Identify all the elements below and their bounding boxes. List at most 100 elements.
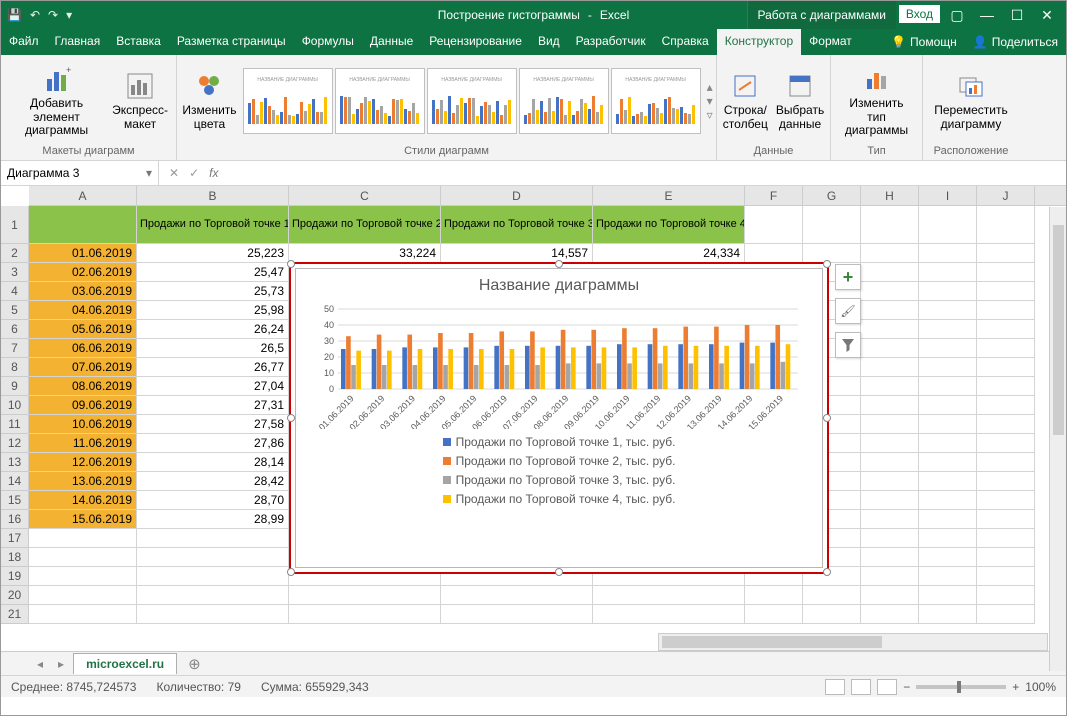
cell[interactable] — [861, 491, 919, 510]
cell[interactable] — [861, 320, 919, 339]
ribbon-options-icon[interactable]: ▢ — [944, 7, 970, 24]
cell[interactable]: 28,42 — [137, 472, 289, 491]
sheet-tab[interactable]: microexcel.ru — [73, 653, 177, 674]
chart-title[interactable]: Название диаграммы — [296, 269, 822, 299]
cell[interactable] — [745, 605, 803, 624]
cell[interactable] — [29, 586, 137, 605]
namebox-dropdown-icon[interactable]: ▾ — [146, 166, 152, 180]
zoom-slider[interactable] — [916, 685, 1006, 689]
cell[interactable] — [977, 415, 1035, 434]
cell[interactable] — [919, 358, 977, 377]
row-header[interactable]: 7 — [1, 339, 29, 358]
cell[interactable]: 11.06.2019 — [29, 434, 137, 453]
cell[interactable] — [803, 244, 861, 263]
cell[interactable]: 13.06.2019 — [29, 472, 137, 491]
row-header[interactable]: 16 — [1, 510, 29, 529]
row-header[interactable]: 10 — [1, 396, 29, 415]
row-header[interactable]: 19 — [1, 567, 29, 586]
cell[interactable] — [593, 586, 745, 605]
chart-style-thumb[interactable]: НАЗВАНИЕ ДИАГРАММЫ — [427, 68, 517, 134]
cell[interactable] — [919, 567, 977, 586]
cancel-formula-icon[interactable]: ✕ — [169, 166, 179, 180]
cell[interactable]: 14,557 — [441, 244, 593, 263]
cell[interactable] — [289, 586, 441, 605]
cell[interactable]: 25,47 — [137, 263, 289, 282]
row-header[interactable]: 14 — [1, 472, 29, 491]
chart-style-thumb[interactable]: НАЗВАНИЕ ДИАГРАММЫ — [611, 68, 701, 134]
cell[interactable] — [919, 529, 977, 548]
sheet-nav-prev-icon[interactable]: ◂ — [31, 657, 49, 671]
cell[interactable]: 07.06.2019 — [29, 358, 137, 377]
cell[interactable]: 25,73 — [137, 282, 289, 301]
cell[interactable] — [137, 529, 289, 548]
vertical-scrollbar[interactable] — [1049, 207, 1066, 671]
chart-elements-button[interactable]: + — [835, 264, 861, 290]
cell[interactable] — [29, 529, 137, 548]
cell[interactable]: Продажи по Торговой точке 1, тыс. руб. — [137, 206, 289, 244]
col-header[interactable]: A — [29, 186, 137, 205]
cell[interactable] — [919, 377, 977, 396]
redo-icon[interactable]: ↷ — [48, 8, 58, 22]
row-header[interactable]: 6 — [1, 320, 29, 339]
cell[interactable]: 24,334 — [593, 244, 745, 263]
cell[interactable]: 25,98 — [137, 301, 289, 320]
cell[interactable] — [919, 339, 977, 358]
cell[interactable] — [919, 605, 977, 624]
cell[interactable] — [977, 529, 1035, 548]
cell[interactable] — [861, 377, 919, 396]
name-box[interactable]: Диаграмма 3▾ — [1, 161, 159, 185]
row-header[interactable]: 17 — [1, 529, 29, 548]
chart-legend[interactable]: Продажи по Торговой точке 1, тыс. руб. Пр… — [296, 429, 822, 512]
cell[interactable]: 27,31 — [137, 396, 289, 415]
cell[interactable]: 14.06.2019 — [29, 491, 137, 510]
change-colors-button[interactable]: Изменить цвета — [180, 68, 238, 134]
cell[interactable] — [861, 453, 919, 472]
row-header[interactable]: 15 — [1, 491, 29, 510]
cell[interactable] — [977, 586, 1035, 605]
row-header[interactable]: 8 — [1, 358, 29, 377]
cell[interactable] — [977, 377, 1035, 396]
cell[interactable] — [29, 605, 137, 624]
row-header[interactable]: 12 — [1, 434, 29, 453]
cell[interactable] — [977, 320, 1035, 339]
zoom-level[interactable]: 100% — [1025, 680, 1056, 694]
col-header[interactable]: B — [137, 186, 289, 205]
gallery-down-icon[interactable]: ▾ — [707, 94, 713, 108]
page-break-view-button[interactable] — [877, 679, 897, 695]
add-chart-element-button[interactable]: +Добавить элемент диаграммы — [7, 61, 106, 140]
cell[interactable] — [861, 415, 919, 434]
cell[interactable]: 08.06.2019 — [29, 377, 137, 396]
cell[interactable]: Продажи по Торговой точке 3, тыс. руб. — [441, 206, 593, 244]
legend-item[interactable]: Продажи по Торговой точке 1, тыс. руб. — [443, 435, 676, 449]
cell[interactable] — [137, 586, 289, 605]
cell[interactable] — [745, 206, 803, 244]
cell[interactable] — [977, 567, 1035, 586]
cell[interactable] — [977, 510, 1035, 529]
cell[interactable]: 26,24 — [137, 320, 289, 339]
cell[interactable] — [977, 263, 1035, 282]
col-header[interactable]: G — [803, 186, 861, 205]
row-header[interactable]: 18 — [1, 548, 29, 567]
column-headers[interactable]: ABCDEFGHIJ — [29, 186, 1066, 206]
row-header[interactable]: 4 — [1, 282, 29, 301]
cell[interactable]: 28,99 — [137, 510, 289, 529]
chart-styles-gallery[interactable]: НАЗВАНИЕ ДИАГРАММЫ НАЗВАНИЕ ДИАГРАММЫ НАЗВ… — [243, 68, 701, 134]
tab-formulas[interactable]: Формулы — [294, 29, 362, 55]
cell[interactable]: 27,86 — [137, 434, 289, 453]
embedded-chart[interactable]: Название диаграммы 0102030405001.06.2019… — [289, 262, 829, 574]
tell-me[interactable]: 💡Помощн — [883, 29, 965, 55]
cell[interactable]: 04.06.2019 — [29, 301, 137, 320]
row-header[interactable]: 13 — [1, 453, 29, 472]
move-chart-button[interactable]: Переместить диаграмму — [932, 68, 1010, 134]
chart-style-thumb[interactable]: НАЗВАНИЕ ДИАГРАММЫ — [243, 68, 333, 134]
cell[interactable] — [919, 548, 977, 567]
legend-item[interactable]: Продажи по Торговой точке 4, тыс. руб. — [443, 492, 676, 506]
cell[interactable] — [593, 605, 745, 624]
col-header[interactable]: I — [919, 186, 977, 205]
cell[interactable] — [289, 605, 441, 624]
switch-row-column-button[interactable]: Строка/ столбец — [721, 68, 770, 134]
cell[interactable] — [745, 586, 803, 605]
tab-format[interactable]: Формат — [801, 29, 860, 55]
enter-formula-icon[interactable]: ✓ — [189, 166, 199, 180]
cell[interactable]: 12.06.2019 — [29, 453, 137, 472]
